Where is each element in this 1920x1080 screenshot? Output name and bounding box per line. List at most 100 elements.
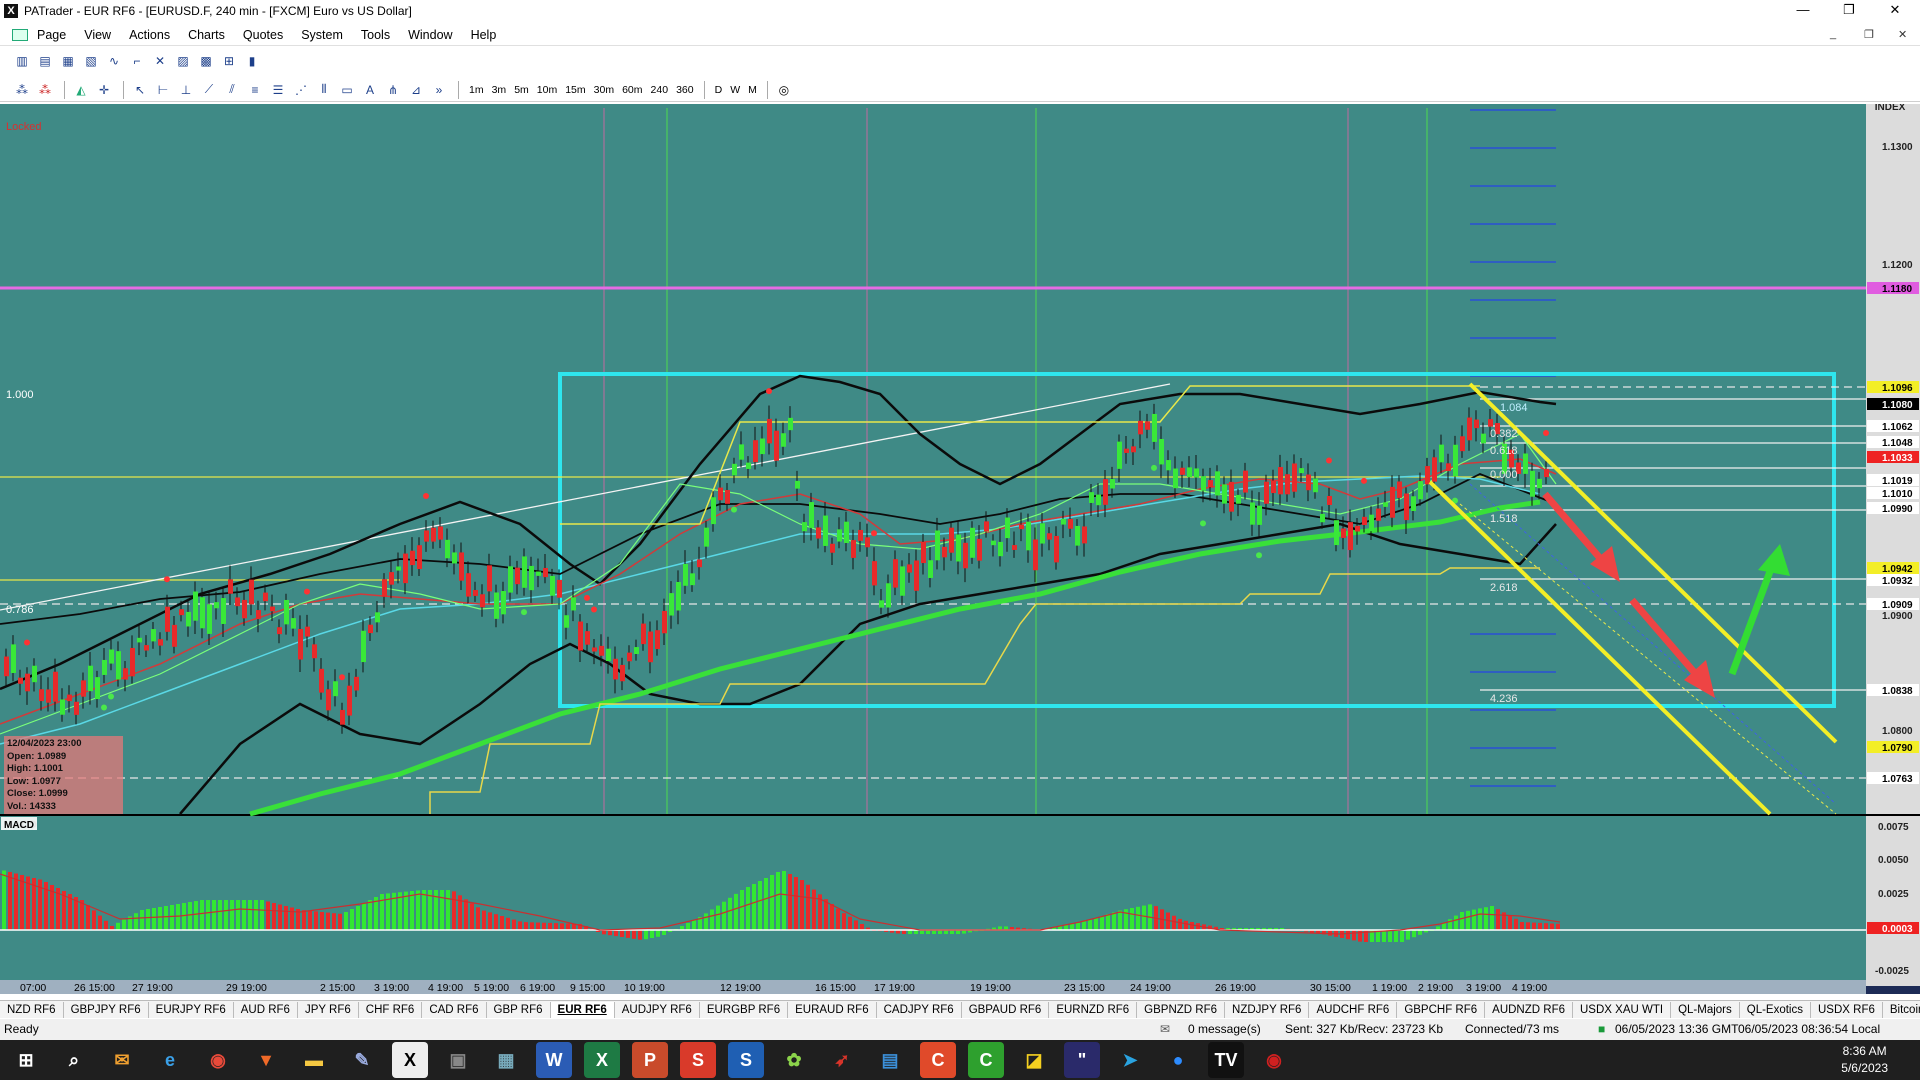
menu-view[interactable]: View bbox=[75, 28, 120, 42]
trendline-icon[interactable]: ⟋ bbox=[199, 81, 219, 99]
ohlc-chart-icon[interactable]: ▤ bbox=[35, 52, 55, 70]
symbol-tab[interactable]: CAD RF6 bbox=[422, 1001, 487, 1018]
text-tool-icon[interactable]: A bbox=[360, 81, 380, 99]
step-chart-icon[interactable]: ⌐ bbox=[127, 52, 147, 70]
symbol-tab[interactable]: EUR RF6 bbox=[550, 1001, 615, 1018]
rectangle-icon[interactable]: ▭ bbox=[337, 81, 357, 99]
app-red-circle-icon[interactable]: ◉ bbox=[1256, 1042, 1292, 1078]
fib-fan-icon[interactable]: ⋰ bbox=[291, 81, 311, 99]
channel-icon[interactable]: ⫽ bbox=[222, 81, 242, 99]
timeframe-10m[interactable]: 10m bbox=[533, 84, 561, 96]
menu-window[interactable]: Window bbox=[399, 28, 461, 42]
symbol-tab[interactable]: JPY RF6 bbox=[298, 1001, 359, 1018]
file-explorer-icon[interactable]: ▬ bbox=[296, 1042, 332, 1078]
telegram-icon[interactable]: ➤ bbox=[1112, 1042, 1148, 1078]
fib-time-icon[interactable]: ⦀ bbox=[314, 81, 334, 99]
menu-system[interactable]: System bbox=[292, 28, 352, 42]
maximize-button[interactable]: ❐ bbox=[1826, 0, 1872, 22]
timeframe-weekly[interactable]: W bbox=[726, 84, 744, 96]
symbol-tab[interactable]: GBP RF6 bbox=[487, 1001, 551, 1018]
symbol-tab[interactable]: AUDNZD RF6 bbox=[1485, 1001, 1573, 1018]
app-s-blue-icon[interactable]: S bbox=[728, 1042, 764, 1078]
link-red-icon[interactable]: ⁂ bbox=[35, 81, 55, 99]
horizontal-line-icon[interactable]: ⊢ bbox=[153, 81, 173, 99]
candle-chart-icon[interactable]: ▦ bbox=[58, 52, 78, 70]
chrome-icon[interactable]: ◉ bbox=[200, 1042, 236, 1078]
hollow-candle-icon[interactable]: ▧ bbox=[81, 52, 101, 70]
symbol-tab[interactable]: CADJPY RF6 bbox=[877, 1001, 962, 1018]
symbol-tab[interactable]: GBPCHF RF6 bbox=[1397, 1001, 1486, 1018]
windows-start-icon[interactable]: ⊞ bbox=[8, 1042, 44, 1078]
timeframe-240[interactable]: 240 bbox=[647, 84, 673, 96]
menu-quotes[interactable]: Quotes bbox=[234, 28, 292, 42]
symbol-tab[interactable]: GBPAUD RF6 bbox=[962, 1001, 1050, 1018]
mdi-minimize-button[interactable]: _ bbox=[1830, 28, 1836, 40]
bar-chart-icon[interactable]: ▥ bbox=[12, 52, 32, 70]
excel-icon[interactable]: X bbox=[584, 1042, 620, 1078]
renko-chart-icon[interactable]: ▨ bbox=[173, 52, 193, 70]
app-red-bird-icon[interactable]: ➶ bbox=[824, 1042, 860, 1078]
range-chart-icon[interactable]: ▩ bbox=[196, 52, 216, 70]
mdi-close-button[interactable]: ✕ bbox=[1898, 28, 1907, 41]
page-icon[interactable] bbox=[12, 28, 28, 41]
symbol-tab[interactable]: AUDCHF RF6 bbox=[1309, 1001, 1398, 1018]
brave-icon[interactable]: ▼ bbox=[248, 1042, 284, 1078]
zoom-icon[interactable]: ● bbox=[1160, 1042, 1196, 1078]
more-tools-icon[interactable]: » bbox=[429, 81, 449, 99]
line-chart-icon[interactable]: ∿ bbox=[104, 52, 124, 70]
link-blue-icon[interactable]: ⁂ bbox=[12, 81, 32, 99]
timeframe-monthly[interactable]: M bbox=[744, 84, 761, 96]
timeframe-60m[interactable]: 60m bbox=[618, 84, 646, 96]
app-blue-icon[interactable]: ▤ bbox=[872, 1042, 908, 1078]
pitchfork-icon[interactable]: ⋔ bbox=[383, 81, 403, 99]
fibonacci-icon[interactable]: ≡ bbox=[245, 81, 265, 99]
sync-icon[interactable]: ◎ bbox=[774, 81, 794, 99]
tradingview-icon[interactable]: TV bbox=[1208, 1042, 1244, 1078]
sticky-notes-icon[interactable]: ◪ bbox=[1016, 1042, 1052, 1078]
notes-icon[interactable]: ✎ bbox=[344, 1042, 380, 1078]
mdi-restore-button[interactable]: ❐ bbox=[1864, 28, 1874, 41]
symbol-tab[interactable]: GBPJPY RF6 bbox=[64, 1001, 149, 1018]
timeframe-360[interactable]: 360 bbox=[672, 84, 698, 96]
menu-page[interactable]: Page bbox=[28, 28, 75, 42]
timeframe-30m[interactable]: 30m bbox=[590, 84, 618, 96]
symbol-tab[interactable]: EURNZD RF6 bbox=[1049, 1001, 1138, 1018]
minimize-button[interactable]: — bbox=[1780, 0, 1826, 22]
menu-help[interactable]: Help bbox=[462, 28, 506, 42]
volume-chart-icon[interactable]: ▮ bbox=[242, 52, 262, 70]
kagi-chart-icon[interactable]: ⊞ bbox=[219, 52, 239, 70]
crosshair-icon[interactable]: ✛ bbox=[94, 81, 114, 99]
app-icon-gray[interactable]: ▣ bbox=[440, 1042, 476, 1078]
symbol-tab[interactable]: AUDJPY RF6 bbox=[615, 1001, 700, 1018]
message-icon[interactable]: ✉ bbox=[1160, 1022, 1170, 1036]
symbol-tab[interactable]: QL-Majors bbox=[1671, 1001, 1740, 1018]
app-c-green-icon[interactable]: C bbox=[968, 1042, 1004, 1078]
calculator-icon[interactable]: ▦ bbox=[488, 1042, 524, 1078]
menu-actions[interactable]: Actions bbox=[120, 28, 179, 42]
fib-extension-icon[interactable]: ☰ bbox=[268, 81, 288, 99]
vertical-line-icon[interactable]: ⊥ bbox=[176, 81, 196, 99]
symbol-tab[interactable]: EURGBP RF6 bbox=[700, 1001, 789, 1018]
symbol-tab[interactable]: QL-Exotics bbox=[1740, 1001, 1811, 1018]
symbol-tab[interactable]: GBPNZD RF6 bbox=[1137, 1001, 1226, 1018]
symbol-tab[interactable]: NZDJPY RF6 bbox=[1225, 1001, 1310, 1018]
price-chart[interactable]: INDEX 1.1300 1.1200 1.1180 1.1096 1.1080… bbox=[0, 102, 1920, 994]
powerpoint-icon[interactable]: P bbox=[632, 1042, 668, 1078]
pointer-icon[interactable]: ↖ bbox=[130, 81, 150, 99]
app-s-red-icon[interactable]: S bbox=[680, 1042, 716, 1078]
app-green-icon[interactable]: ✿ bbox=[776, 1042, 812, 1078]
menu-tools[interactable]: Tools bbox=[352, 28, 399, 42]
timeframe-1m[interactable]: 1m bbox=[465, 84, 488, 96]
timeframe-3m[interactable]: 3m bbox=[488, 84, 511, 96]
menu-charts[interactable]: Charts bbox=[179, 28, 234, 42]
app-c-red-icon[interactable]: C bbox=[920, 1042, 956, 1078]
indicator-icon[interactable]: ◭ bbox=[71, 81, 91, 99]
symbol-tab[interactable]: NZD RF6 bbox=[0, 1001, 64, 1018]
app-quote-icon[interactable]: " bbox=[1064, 1042, 1100, 1078]
chart-area[interactable]: INDEX 1.1300 1.1200 1.1180 1.1096 1.1080… bbox=[0, 102, 1920, 994]
edge-icon[interactable]: e bbox=[152, 1042, 188, 1078]
patrader-icon[interactable]: X bbox=[392, 1042, 428, 1078]
point-figure-icon[interactable]: ✕ bbox=[150, 52, 170, 70]
word-icon[interactable]: W bbox=[536, 1042, 572, 1078]
timeframe-15m[interactable]: 15m bbox=[561, 84, 589, 96]
